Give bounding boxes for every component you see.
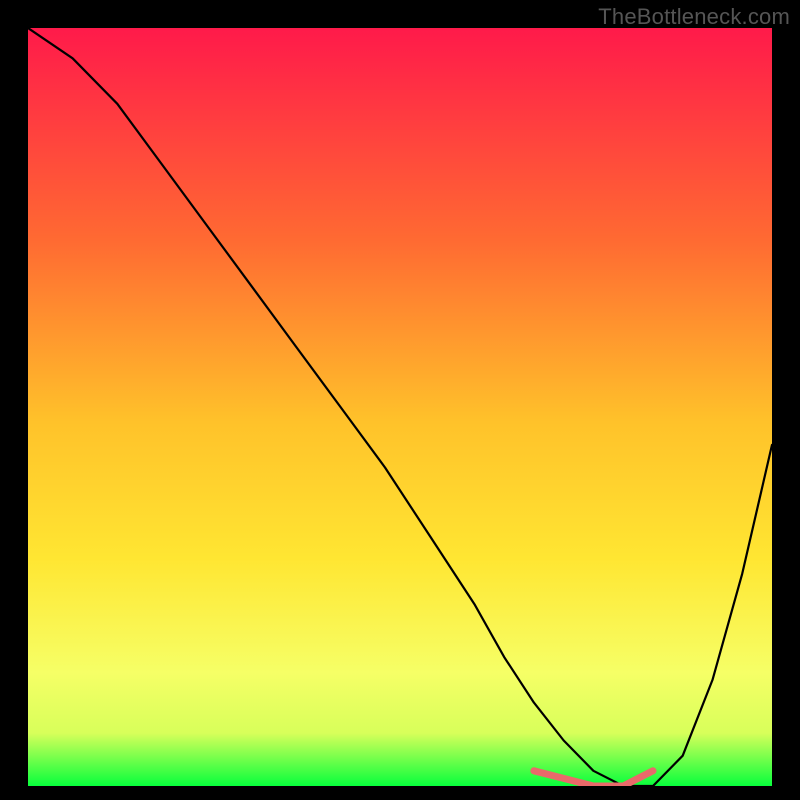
chart-frame	[28, 28, 772, 786]
gradient-background	[28, 28, 772, 786]
bottleneck-chart	[28, 28, 772, 786]
watermark-text: TheBottleneck.com	[598, 4, 790, 30]
